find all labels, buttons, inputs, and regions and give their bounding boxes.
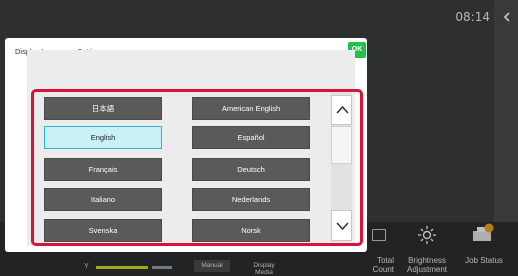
highlight-frame xyxy=(31,89,363,246)
